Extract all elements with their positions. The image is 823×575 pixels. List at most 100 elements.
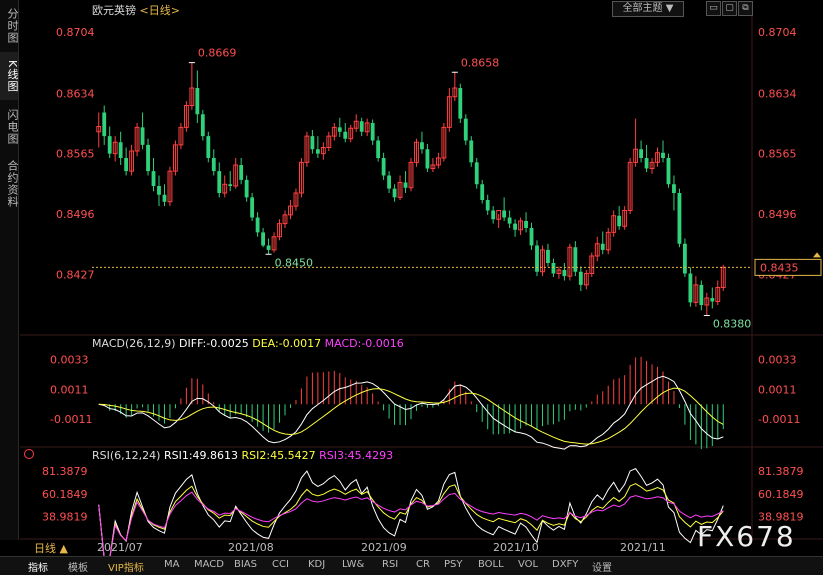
macd-diff-value: DIFF:-0.0025 — [179, 337, 249, 350]
tab-rsi[interactable]: RSI — [382, 559, 398, 570]
y-tick-label-right: 0.8704 — [758, 26, 797, 39]
candle-body — [337, 127, 342, 132]
candle-body — [463, 118, 468, 141]
candle-body — [474, 162, 479, 185]
rsi-y-tick-left: 60.1849 — [42, 488, 88, 501]
candle-body — [140, 127, 145, 145]
tab-settings[interactable]: 设置 — [592, 559, 612, 574]
macd-y-tick-right: 0.0011 — [758, 383, 797, 396]
candle-body — [425, 149, 430, 169]
candle-body — [162, 194, 167, 202]
candle-body — [688, 273, 693, 303]
y-tick-label-left: 0.8427 — [56, 268, 95, 281]
x-tick-label: 2021/09 — [361, 541, 407, 554]
candle-body — [562, 270, 567, 277]
indicator-settings-icon[interactable] — [24, 449, 34, 459]
candle-body — [211, 158, 216, 172]
rsi-legend: RSI(6,12,24) RSI1:49.8613 RSI2:45.5427 R… — [92, 449, 393, 462]
y-tick-label-left: 0.8565 — [56, 148, 95, 161]
candle-body — [403, 182, 408, 188]
tab-psy[interactable]: PSY — [444, 559, 463, 570]
candle-body — [392, 188, 397, 198]
extreme-price-label: 0.8669 — [198, 47, 237, 60]
candle-body — [546, 249, 550, 263]
rsi2-value: RSI2:45.5427 — [241, 449, 316, 462]
candle-body — [458, 88, 463, 119]
tab-bias[interactable]: BIAS — [234, 559, 257, 570]
x-tick-label: 2021/07 — [97, 541, 143, 554]
last-price-label: 0.8435 — [760, 261, 799, 274]
candle-body — [102, 112, 107, 137]
candle-body — [529, 228, 534, 246]
chart-canvas[interactable]: 0.8704 0.8704 0.8634 0.8634 0.8565 0.8565 0.84… — [0, 0, 823, 556]
candle-body — [578, 271, 583, 285]
candle-body — [244, 179, 249, 198]
candle-body — [228, 184, 233, 186]
x-tick-label: 2021/11 — [620, 541, 666, 554]
candle-body — [491, 210, 496, 220]
tab-ma[interactable]: MA — [164, 559, 179, 570]
watermark-logo: FX678 — [697, 520, 796, 553]
candle-body — [376, 140, 381, 158]
macd-macd-value: MACD:-0.0016 — [324, 337, 404, 350]
candle-body — [513, 223, 518, 230]
candle-body — [551, 263, 556, 274]
candle-body — [661, 152, 665, 158]
arrow-up-icon — [813, 252, 821, 258]
candle-body — [343, 131, 348, 139]
candle-body — [255, 217, 260, 233]
macd-legend: MACD(26,12,9) DIFF:-0.0025 DEA:-0.0017 M… — [92, 337, 404, 350]
rsi-y-tick-right: 81.3879 — [758, 465, 804, 478]
tab-boll[interactable]: BOLL — [478, 559, 504, 570]
candle-body — [617, 215, 622, 227]
rsi-y-tick-left: 38.9819 — [42, 511, 88, 524]
candle-body — [420, 142, 424, 150]
tab-vol[interactable]: VOL — [518, 559, 538, 570]
candle-body — [502, 210, 507, 218]
candle-body — [217, 171, 222, 193]
candle-body — [239, 165, 244, 180]
candle-body — [146, 144, 150, 172]
candle-body — [200, 114, 205, 137]
rsi3-value: RSI3:45.4293 — [319, 449, 394, 462]
tab-macd[interactable]: MACD — [194, 559, 224, 570]
candle-body — [699, 284, 704, 305]
macd-dea-value: DEA:-0.0017 — [252, 337, 322, 350]
x-tick-label: 2021/08 — [228, 541, 274, 554]
candle-body — [639, 149, 644, 158]
candle-body — [672, 184, 676, 193]
candle-body — [195, 88, 200, 115]
candle-body — [151, 171, 156, 186]
candle-body — [485, 200, 490, 211]
candle-body — [261, 232, 266, 246]
candle-body — [644, 158, 649, 169]
tab-vip-indicators[interactable]: VIP指标 — [108, 559, 144, 574]
candle-body — [387, 175, 392, 189]
candle-body — [107, 136, 112, 154]
candle-body — [315, 149, 320, 154]
candle-body — [310, 136, 315, 150]
tab-templates[interactable]: 模板 — [68, 559, 88, 574]
candle-body — [250, 197, 255, 218]
y-tick-label-right: 0.8565 — [758, 148, 797, 161]
candle-body — [124, 158, 129, 172]
macd-title: MACD(26,12,9) — [92, 337, 176, 350]
tab-kdj[interactable]: KDJ — [308, 559, 325, 570]
tab-indicators[interactable]: 指标 — [28, 559, 48, 574]
tab-lw[interactable]: LW& — [342, 559, 364, 570]
macd-y-tick-left: -0.0011 — [50, 413, 92, 426]
candle-body — [507, 217, 512, 224]
x-tick-label: 2021/10 — [493, 541, 539, 554]
indicator-tab-bar: 指标 模板 VIP指标 MA MACD BIAS CCI KDJ LW& RSI… — [0, 556, 823, 575]
tab-cr[interactable]: CR — [416, 559, 430, 570]
period-label[interactable]: 日线 ▲ — [34, 540, 68, 556]
rsi-y-tick-left: 81.3879 — [42, 465, 88, 478]
candle-body — [480, 184, 485, 200]
candle-body — [118, 142, 123, 158]
tab-cci[interactable]: CCI — [272, 559, 289, 570]
macd-y-tick-right: 0.0033 — [758, 354, 797, 367]
macd-y-tick-left: 0.0033 — [50, 354, 89, 367]
candle-body — [682, 243, 687, 274]
y-tick-label-left: 0.8634 — [56, 87, 95, 100]
tab-dxfy[interactable]: DXFY — [552, 559, 578, 570]
